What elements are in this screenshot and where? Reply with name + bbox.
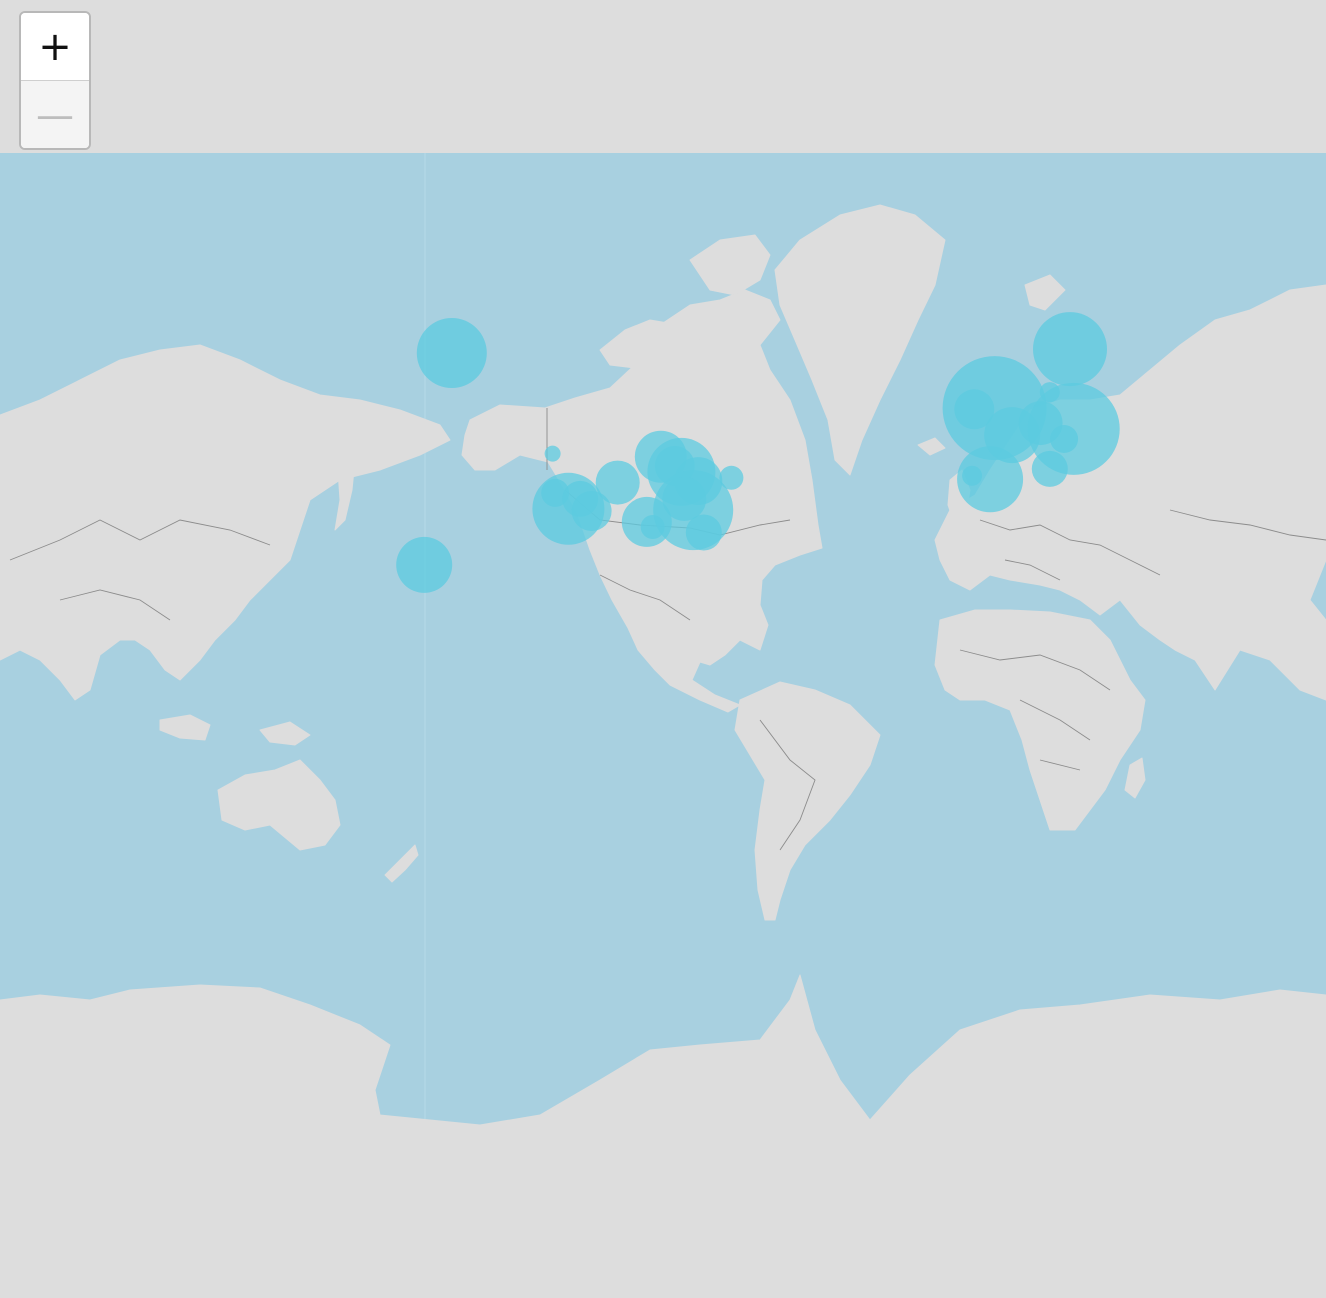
marker-austria[interactable] xyxy=(1050,425,1079,453)
zoom-control: + — xyxy=(19,11,91,150)
marker-florida[interactable] xyxy=(685,514,722,551)
marker-sweden[interactable] xyxy=(1033,312,1107,387)
marker-alaska[interactable] xyxy=(416,318,487,388)
marker-portugal[interactable] xyxy=(962,465,983,486)
map-tiles-background xyxy=(0,0,1326,153)
map-canvas[interactable] xyxy=(0,0,1326,1298)
marker-tennessee[interactable] xyxy=(662,476,707,521)
marker-oregon[interactable] xyxy=(544,445,561,462)
marker-new-york[interactable] xyxy=(719,465,744,490)
marker-italy[interactable] xyxy=(1031,450,1068,487)
marker-hawaii[interactable] xyxy=(396,536,453,593)
world-map[interactable]: + — xyxy=(0,0,1326,1298)
marker-denmark[interactable] xyxy=(1039,382,1060,403)
zoom-in-button[interactable]: + xyxy=(21,13,89,81)
zoom-out-button[interactable]: — xyxy=(21,81,89,148)
marker-colorado[interactable] xyxy=(595,460,640,505)
